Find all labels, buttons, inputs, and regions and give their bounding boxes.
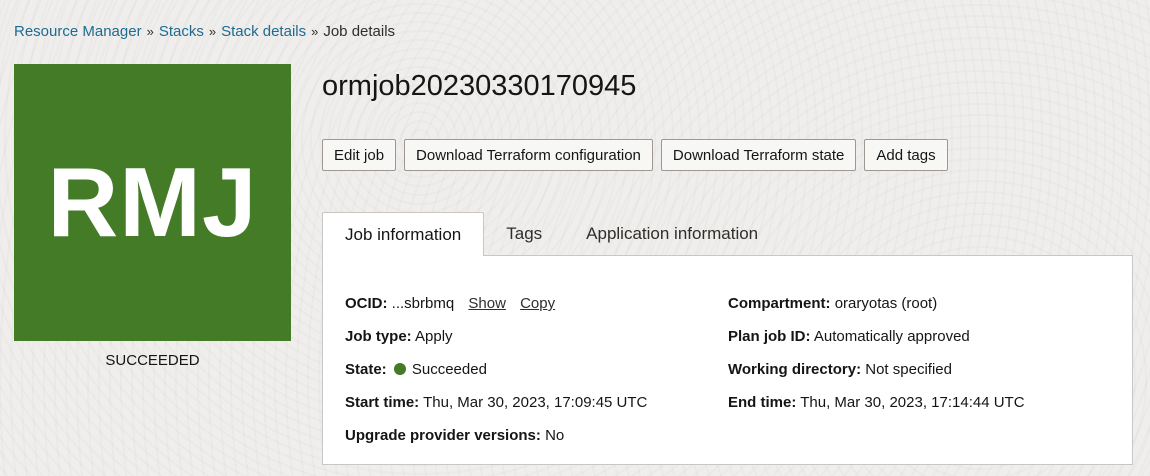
compartment-value: oraryotas (root) — [834, 295, 938, 312]
end-time-row: End time: Thu, Mar 30, 2023, 17:14:44 UT… — [728, 386, 1025, 419]
ocid-row: OCID: ...sbrbmq Show Copy — [345, 287, 647, 320]
compartment-label: Compartment: — [728, 295, 831, 312]
tab-bar: Job information Tags Application informa… — [322, 212, 780, 256]
working-directory-row: Working directory: Not specified — [728, 353, 1025, 386]
breadcrumb-stack-details[interactable]: Stack details — [221, 23, 306, 40]
breadcrumb-stacks[interactable]: Stacks — [159, 23, 204, 40]
ocid-value: ...sbrbmq — [391, 295, 455, 312]
job-type-row: Job type: Apply — [345, 320, 647, 353]
end-time-value: Thu, Mar 30, 2023, 17:14:44 UTC — [800, 394, 1025, 411]
info-column-left: OCID: ...sbrbmq Show Copy Job type: Appl… — [345, 287, 647, 452]
action-toolbar: Edit job Download Terraform configuratio… — [322, 139, 948, 171]
job-information-panel: OCID: ...sbrbmq Show Copy Job type: Appl… — [322, 255, 1133, 465]
ocid-copy-link[interactable]: Copy — [520, 295, 555, 312]
page-title: ormjob20230330170945 — [322, 70, 637, 102]
job-initials: RMJ — [47, 147, 258, 257]
upgrade-provider-row: Upgrade provider versions: No — [345, 419, 647, 452]
state-label: State: — [345, 361, 387, 378]
status-dot-icon — [393, 363, 406, 375]
start-time-label: Start time: — [345, 394, 420, 411]
working-directory-value: Not specified — [865, 361, 952, 378]
upgrade-provider-label: Upgrade provider versions: — [345, 427, 541, 444]
start-time-row: Start time: Thu, Mar 30, 2023, 17:09:45 … — [345, 386, 647, 419]
add-tags-button[interactable]: Add tags — [864, 139, 948, 171]
upgrade-provider-value: No — [545, 427, 565, 444]
plan-job-label: Plan job ID: — [728, 328, 811, 345]
plan-job-value: Automatically approved — [813, 328, 970, 345]
compartment-row: Compartment: oraryotas (root) — [728, 287, 1025, 320]
plan-job-row: Plan job ID: Automatically approved — [728, 320, 1025, 353]
info-column-right: Compartment: oraryotas (root) Plan job I… — [728, 287, 1025, 419]
tab-job-information[interactable]: Job information — [322, 212, 485, 256]
tab-tags[interactable]: Tags — [484, 212, 564, 256]
start-time-value: Thu, Mar 30, 2023, 17:09:45 UTC — [423, 394, 648, 411]
breadcrumb-separator: » — [208, 24, 217, 39]
state-row: State: Succeeded — [345, 353, 647, 386]
breadcrumb-current: Job details — [323, 23, 396, 40]
breadcrumb-separator: » — [311, 24, 319, 39]
state-value: Succeeded — [411, 361, 487, 378]
download-terraform-state-button[interactable]: Download Terraform state — [660, 139, 857, 171]
breadcrumb-resource-manager[interactable]: Resource Manager — [14, 23, 142, 40]
job-icon-tile: RMJ — [14, 64, 291, 341]
edit-job-button[interactable]: Edit job — [322, 139, 397, 171]
download-terraform-configuration-button[interactable]: Download Terraform configuration — [404, 139, 653, 171]
job-type-label: Job type: — [345, 328, 412, 345]
tab-application-information[interactable]: Application information — [564, 212, 780, 256]
ocid-show-link[interactable]: Show — [468, 295, 506, 312]
breadcrumb: Resource Manager » Stacks » Stack details » Jo… — [14, 23, 395, 40]
job-status-label: SUCCEEDED — [105, 352, 200, 369]
working-directory-label: Working directory: — [728, 361, 862, 378]
end-time-label: End time: — [728, 394, 797, 411]
breadcrumb-separator: » — [146, 24, 154, 39]
ocid-label: OCID: — [345, 295, 388, 312]
job-type-value: Apply — [415, 328, 453, 345]
